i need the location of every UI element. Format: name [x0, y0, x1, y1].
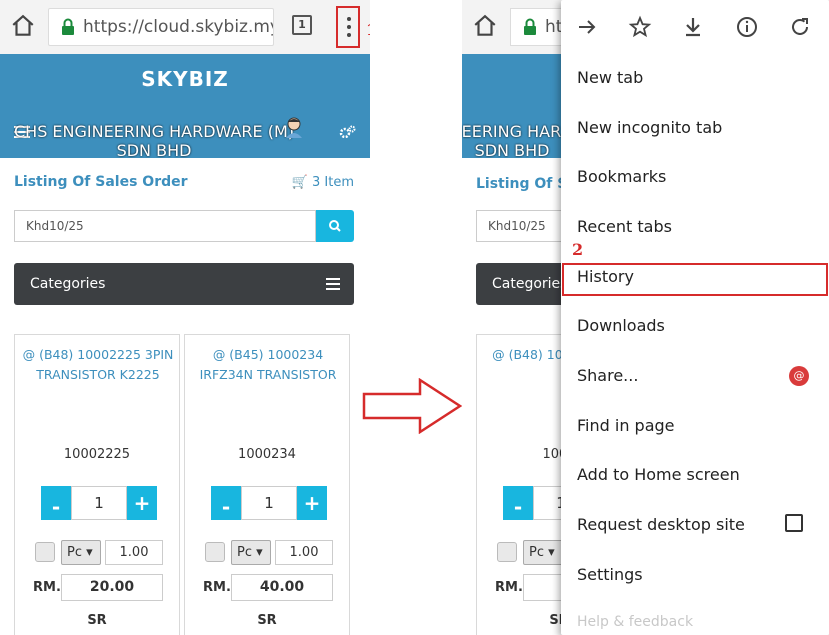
cart-count: 3 Item [312, 175, 354, 190]
url-text: https://cloud.skybiz.my/s [83, 17, 274, 37]
qty-plus-button[interactable]: + [127, 486, 157, 520]
page-title: Listing Of Sales Order [14, 174, 188, 190]
search-button[interactable] [316, 210, 354, 242]
product-title[interactable]: @ (B48) 10002225 3PIN TRANSISTOR K2225 [21, 345, 175, 385]
share-app-icon: @ [789, 366, 809, 386]
lock-icon [524, 18, 536, 35]
categories-label: Categories [492, 276, 568, 292]
company-bar: CHS ENGINEERING HARDWARE (M) SDN BHD [0, 104, 370, 160]
brand-bar: SKYBIZ [0, 54, 370, 104]
categories-label: Categories [30, 276, 106, 292]
refresh-icon[interactable] [788, 15, 812, 39]
menu-item-share[interactable]: Share... [577, 366, 638, 385]
currency-label: RM. [33, 580, 61, 595]
price-input[interactable]: 20.00 [61, 574, 163, 601]
forward-icon[interactable] [575, 15, 599, 39]
menu-item-settings[interactable]: Settings [577, 565, 643, 584]
product-code: 1000234 [238, 447, 296, 462]
product-title[interactable]: @ (B45) 1000234 IRFZ34N TRANSISTOR [191, 345, 345, 385]
search-icon [329, 220, 341, 232]
product-card: @ (B45) 1000234 IRFZ34N TRANSISTOR 10002… [184, 334, 350, 635]
search-input[interactable]: Khd10/25 [14, 210, 316, 242]
home-icon[interactable] [472, 13, 498, 39]
menu-item-find-in-page[interactable]: Find in page [577, 416, 675, 435]
select-checkbox[interactable] [205, 542, 225, 562]
uom-select[interactable]: Pc ▾ [61, 540, 101, 565]
rate-input[interactable]: 1.00 [275, 540, 333, 565]
uom-select[interactable]: Pc ▾ [231, 540, 271, 565]
menu-item-history[interactable]: History [577, 267, 634, 286]
company-name: CHS ENGINEERING HARDWARE (M) SDN BHD [13, 122, 295, 160]
address-bar[interactable]: https://cloud.skybiz.my/s [48, 8, 274, 46]
qty-minus-button[interactable]: - [211, 486, 241, 520]
currency-label: RM. [495, 580, 523, 595]
select-checkbox[interactable] [497, 542, 517, 562]
menu-item-new-incognito-tab[interactable]: New incognito tab [577, 118, 722, 137]
menu-item-recent-tabs[interactable]: Recent tabs [577, 217, 672, 236]
overflow-menu: New tab New incognito tab Bookmarks Rece… [561, 0, 829, 635]
lock-icon [62, 18, 74, 35]
arrow-right-icon [362, 378, 463, 434]
menu-icon[interactable] [326, 278, 340, 290]
select-checkbox[interactable] [35, 542, 55, 562]
product-card: @ (B48) 10002225 3PIN TRANSISTOR K2225 1… [14, 334, 180, 635]
menu-icon-row [561, 0, 829, 54]
menu-item-request-desktop-site[interactable]: Request desktop site [577, 515, 745, 534]
tax-code: SR [87, 613, 107, 628]
uom-select[interactable]: Pc ▾ [523, 540, 563, 565]
product-code: 10002225 [63, 447, 131, 462]
avatar-icon[interactable] [284, 116, 304, 138]
home-icon[interactable] [10, 13, 36, 39]
info-icon[interactable] [735, 15, 759, 39]
price-input[interactable]: 40.00 [231, 574, 333, 601]
qty-input[interactable]: 1 [71, 486, 127, 520]
step-2-label: 2 [572, 240, 584, 259]
browser-toolbar: https://cloud.skybiz.my/s 1 1 [0, 0, 370, 54]
qty-input[interactable]: 1 [241, 486, 297, 520]
rate-input[interactable]: 1.00 [105, 540, 163, 565]
download-icon[interactable] [681, 15, 705, 39]
menu-item-new-tab[interactable]: New tab [577, 68, 643, 87]
left-screen: https://cloud.skybiz.my/s 1 1 SKYBIZ CHS… [0, 0, 370, 635]
qty-plus-button[interactable]: + [297, 486, 327, 520]
qty-minus-button[interactable]: - [41, 486, 71, 520]
tax-code: SR [257, 613, 277, 628]
cog-icon[interactable] [338, 124, 356, 142]
menu-item-bookmarks[interactable]: Bookmarks [577, 167, 666, 186]
cart-link[interactable]: 🛒 3 Item [292, 175, 354, 190]
cart-icon: 🛒 [291, 175, 308, 190]
desktop-site-checkbox[interactable] [785, 514, 803, 532]
tabs-icon[interactable]: 1 [292, 15, 312, 35]
qty-minus-button[interactable]: - [503, 486, 533, 520]
menu-item-add-to-home-screen[interactable]: Add to Home screen [577, 465, 740, 484]
currency-label: RM. [203, 580, 231, 595]
star-icon[interactable] [628, 15, 652, 39]
menu-item-downloads[interactable]: Downloads [577, 316, 665, 335]
menu-item-help-feedback[interactable]: Help & feedback [577, 614, 693, 630]
step-1-label: 1 [366, 20, 370, 39]
more-vert-icon[interactable] [336, 6, 360, 48]
categories-bar[interactable]: Categories [14, 263, 354, 305]
